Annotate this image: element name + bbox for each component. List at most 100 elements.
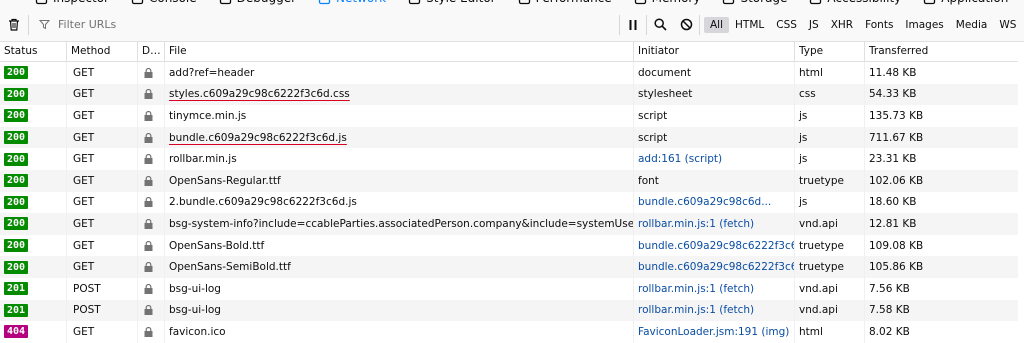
tab-application[interactable]: Application xyxy=(912,0,1019,8)
status-cell: 200 xyxy=(0,126,67,149)
tab-style-editor[interactable]: Style Editor xyxy=(397,0,506,8)
search-button[interactable] xyxy=(647,8,673,41)
initiator-link[interactable]: rollbar.min.js:1 (fetch) xyxy=(638,283,754,295)
clear-button[interactable] xyxy=(0,8,28,41)
column-header-domain[interactable]: D… xyxy=(138,42,165,61)
initiator-link[interactable]: add:161 (script) xyxy=(638,153,722,165)
lock-icon xyxy=(144,262,153,273)
method-cell: GET xyxy=(67,169,138,192)
type-cell: js xyxy=(795,105,865,127)
type-cell: js xyxy=(795,148,865,170)
file-cell: OpenSans-SemiBold.ttf xyxy=(165,256,634,278)
column-header-file[interactable]: File xyxy=(165,42,634,61)
status-badge: 404 xyxy=(4,325,29,339)
block-button[interactable] xyxy=(673,8,699,41)
filter-urls-box[interactable] xyxy=(29,8,619,41)
type-cell: css xyxy=(795,83,865,106)
status-badge: 200 xyxy=(4,109,29,123)
initiator-cell: rollbar.min.js:1 (fetch) xyxy=(634,277,795,300)
accessibility-icon xyxy=(809,0,822,5)
tab-network[interactable]: Network xyxy=(307,0,397,8)
initiator-link[interactable]: bundle.c609a29c98c6222f3c6d... xyxy=(638,240,794,252)
domain-cell xyxy=(138,148,165,170)
transferred-cell: 12.81 KB xyxy=(869,217,917,230)
lock-icon xyxy=(144,89,153,100)
tab-label: Debugger xyxy=(237,0,296,5)
type-filter-all[interactable]: All xyxy=(704,16,730,33)
trash-icon xyxy=(9,18,19,31)
domain-cell xyxy=(138,234,165,257)
type-filter-media[interactable]: Media xyxy=(950,17,994,33)
initiator-link[interactable]: bundle.c609a29c98c6d... xyxy=(638,196,771,208)
tab-storage[interactable]: Storage xyxy=(711,0,798,8)
table-row[interactable]: 200 GET add?ref=header document html 11.48 KB xyxy=(0,62,1024,84)
initiator-cell: document xyxy=(634,62,795,84)
type-filter-xhr[interactable]: XHR xyxy=(825,17,859,33)
column-header-initiator[interactable]: Initiator xyxy=(634,42,795,61)
storage-icon xyxy=(722,0,735,5)
lock-icon xyxy=(144,110,153,121)
filter-urls-input[interactable] xyxy=(56,17,580,32)
file-cell: bsg-ui-log xyxy=(165,299,634,322)
type-cell: truetype xyxy=(795,256,865,278)
tab-console[interactable]: Console xyxy=(120,0,208,8)
tab-debugger[interactable]: Debugger xyxy=(208,0,307,8)
type-filter-css[interactable]: CSS xyxy=(770,17,803,33)
pause-button[interactable] xyxy=(620,8,646,41)
file-name: tinymce.min.js xyxy=(169,109,247,122)
lock-icon xyxy=(144,132,153,143)
table-row[interactable]: 200 GET bundle.c609a29c98c6222f3c6d.js scri… xyxy=(0,126,1024,149)
table-row[interactable]: 201 POST bsg-ui-log rollbar.min.js:1 (fetch… xyxy=(0,299,1024,322)
table-row[interactable]: 201 POST bsg-ui-log rollbar.min.js:1 (fetch… xyxy=(0,277,1024,300)
tab-performance[interactable]: Performance xyxy=(507,0,623,8)
domain-cell xyxy=(138,299,165,322)
column-header-status[interactable]: Status xyxy=(0,42,67,61)
column-header-method[interactable]: Method xyxy=(67,42,138,61)
file-cell: OpenSans-Bold.ttf xyxy=(165,234,634,257)
domain-cell xyxy=(138,105,165,127)
tab-label: Performance xyxy=(536,0,612,5)
type-filter-js[interactable]: JS xyxy=(803,17,825,33)
file-cell: styles.c609a29c98c6222f3c6d.css xyxy=(165,83,634,106)
transferred-cell: 7.56 KB xyxy=(869,282,910,295)
table-row[interactable]: 200 GET tinymce.min.js script js 135.73 KB xyxy=(0,105,1024,127)
column-header-transferred[interactable]: Transferred xyxy=(865,42,1024,61)
filter-icon xyxy=(39,20,50,30)
tab-accessibility[interactable]: Accessibility xyxy=(798,0,912,8)
type-filter-ws[interactable]: WS xyxy=(993,17,1022,33)
status-badge: 200 xyxy=(4,66,29,80)
initiator-link[interactable]: rollbar.min.js:1 (fetch) xyxy=(638,218,754,230)
table-row[interactable]: 200 GET OpenSans-Regular.ttf font truetype 10… xyxy=(0,169,1024,192)
type-filter-images[interactable]: Images xyxy=(899,17,949,33)
transferred-cell: 105.86 KB xyxy=(869,261,924,274)
type-filter-html[interactable]: HTML xyxy=(729,17,770,33)
debugger-icon xyxy=(219,0,232,5)
table-row[interactable]: 200 GET 2.bundle.c609a29c98c6222f3c6d.js bu… xyxy=(0,191,1024,214)
table-row[interactable]: 200 GET bsg-system-info?include=ccablePart… xyxy=(0,213,1024,235)
method-cell: GET xyxy=(67,105,138,127)
status-cell: 200 xyxy=(0,213,67,235)
application-icon xyxy=(923,0,936,5)
initiator-link[interactable]: FaviconLoader.jsm:191 (img) xyxy=(638,326,789,338)
scrollbar[interactable] xyxy=(1018,42,1024,333)
console-icon xyxy=(131,0,144,5)
table-row[interactable]: 200 GET styles.c609a29c98c6222f3c6d.css sty… xyxy=(0,83,1024,106)
initiator-link[interactable]: bundle.c609a29c98c6222f3c6d... xyxy=(638,261,794,273)
initiator-cell: add:161 (script) xyxy=(634,148,795,170)
table-row[interactable]: 200 GET rollbar.min.js add:161 (script) js 23… xyxy=(0,148,1024,170)
tab-inspector[interactable]: Inspector xyxy=(24,0,120,8)
table-row[interactable]: 404 GET favicon.ico FaviconLoader.jsm:191 (… xyxy=(0,321,1024,343)
table-row[interactable]: 200 GET OpenSans-Bold.ttf bundle.c609a29c98… xyxy=(0,234,1024,257)
tab-memory[interactable]: Memory xyxy=(623,0,712,8)
method-cell: GET xyxy=(67,234,138,257)
initiator-cell: script xyxy=(634,126,795,149)
column-header-type[interactable]: Type xyxy=(795,42,865,61)
table-row[interactable]: 200 GET OpenSans-SemiBold.ttf bundle.c609a2… xyxy=(0,256,1024,278)
type-filter-fonts[interactable]: Fonts xyxy=(859,17,899,33)
initiator-link[interactable]: rollbar.min.js:1 (fetch) xyxy=(638,304,754,316)
file-name: add?ref=header xyxy=(169,66,255,79)
file-cell: bundle.c609a29c98c6222f3c6d.js xyxy=(165,126,634,149)
status-badge: 200 xyxy=(4,174,29,188)
lock-icon xyxy=(144,67,153,78)
file-name: bsg-system-info?include=ccableParties.as… xyxy=(169,217,634,230)
